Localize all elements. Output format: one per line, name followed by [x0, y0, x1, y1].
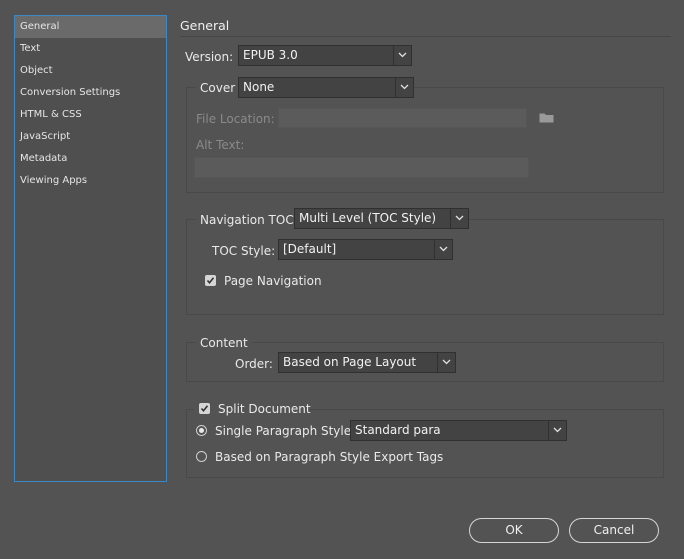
page-navigation-label: Page Navigation: [224, 274, 322, 288]
sidebar-item-javascript[interactable]: JavaScript: [15, 126, 166, 148]
sidebar: General Text Object Conversion Settings …: [14, 15, 167, 482]
navigation-toc-group: [186, 219, 664, 315]
order-value: Based on Page Layout: [283, 355, 417, 369]
single-paragraph-style-label: Single Paragraph Style: [215, 424, 352, 438]
export-tags-label: Based on Paragraph Style Export Tags: [215, 450, 444, 464]
chevron-down-icon: [437, 353, 455, 372]
content-label: Content: [196, 336, 252, 350]
paragraph-style-select[interactable]: Standard para: [350, 420, 567, 441]
toc-style-value: [Default]: [283, 242, 337, 256]
sidebar-item-viewing-apps[interactable]: Viewing Apps: [15, 170, 166, 192]
section-title: General: [180, 18, 230, 33]
sidebar-item-conversion-settings[interactable]: Conversion Settings: [15, 82, 166, 104]
cancel-button[interactable]: Cancel: [569, 518, 659, 543]
split-document-checkbox[interactable]: [199, 403, 210, 414]
section-divider: [180, 36, 671, 37]
alt-text-label: Alt Text:: [196, 138, 245, 152]
version-value: EPUB 3.0: [243, 48, 298, 62]
file-location-label: File Location:: [196, 112, 275, 126]
sidebar-item-object[interactable]: Object: [15, 60, 166, 82]
chevron-down-icon: [393, 46, 411, 65]
sidebar-item-metadata[interactable]: Metadata: [15, 148, 166, 170]
ok-button[interactable]: OK: [469, 518, 559, 543]
paragraph-style-value: Standard para: [355, 423, 441, 437]
split-document-label: Split Document: [218, 402, 311, 416]
cover-value: None: [243, 80, 275, 94]
export-tags-radio[interactable]: [196, 451, 207, 462]
folder-icon: [539, 112, 554, 126]
order-label: Order:: [235, 357, 273, 371]
navigation-toc-value: Multi Level (TOC Style): [299, 211, 437, 225]
single-paragraph-style-radio[interactable]: [196, 425, 207, 436]
chevron-down-icon: [395, 78, 413, 97]
navigation-toc-label: Navigation TOC: [196, 213, 298, 227]
chevron-down-icon: [548, 421, 566, 440]
chevron-down-icon: [434, 240, 452, 259]
order-select[interactable]: Based on Page Layout: [278, 352, 456, 373]
page-navigation-checkbox[interactable]: [205, 275, 216, 286]
alt-text-field: [194, 157, 529, 178]
chevron-down-icon: [450, 209, 468, 228]
cover-select[interactable]: None: [238, 77, 414, 98]
cover-label: Cover: [196, 81, 240, 95]
file-location-field: [278, 108, 527, 128]
sidebar-item-general[interactable]: General: [15, 16, 166, 38]
version-label: Version:: [185, 50, 234, 64]
navigation-toc-select[interactable]: Multi Level (TOC Style): [294, 208, 469, 229]
toc-style-label: TOC Style:: [212, 244, 276, 258]
version-select[interactable]: EPUB 3.0: [238, 45, 412, 66]
sidebar-item-html-css[interactable]: HTML & CSS: [15, 104, 166, 126]
toc-style-select[interactable]: [Default]: [278, 239, 453, 260]
sidebar-item-text[interactable]: Text: [15, 38, 166, 60]
